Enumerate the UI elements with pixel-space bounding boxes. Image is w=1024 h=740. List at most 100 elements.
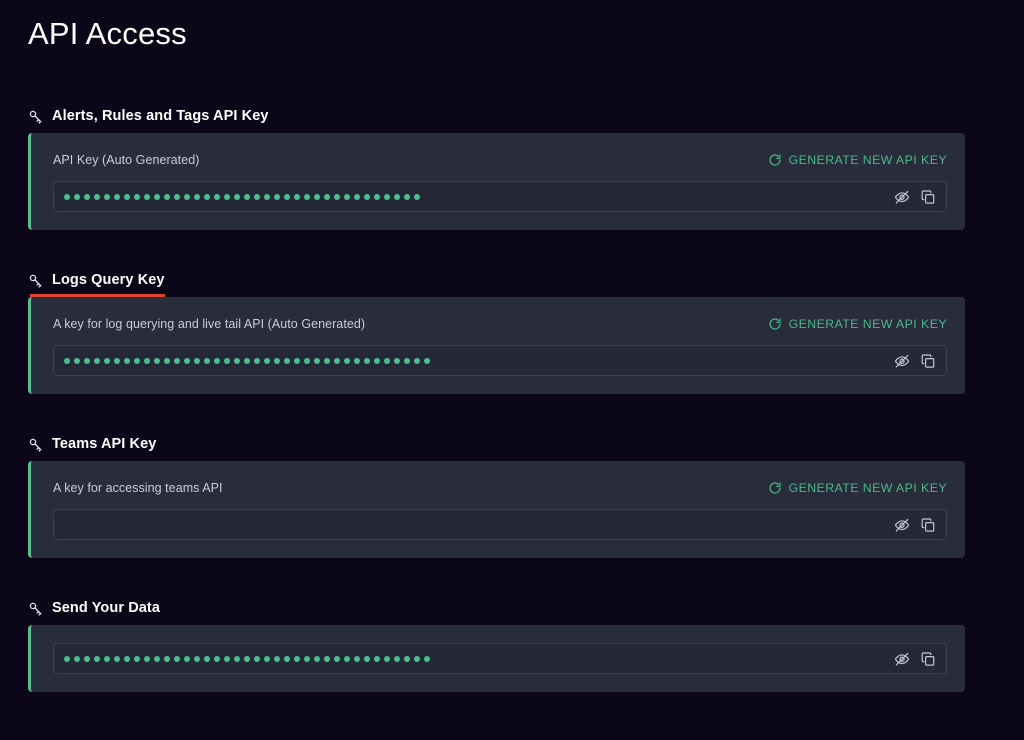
section-title: Logs Query Key <box>52 272 165 288</box>
api-key-field[interactable] <box>53 509 947 540</box>
masked-character <box>184 655 190 662</box>
masked-character <box>254 357 260 364</box>
masked-character <box>64 357 70 364</box>
masked-character <box>114 193 120 200</box>
masked-character <box>344 655 350 662</box>
api-key-field[interactable] <box>53 181 947 212</box>
section-title: Teams API Key <box>52 436 157 452</box>
masked-character <box>234 193 240 200</box>
api-key-masked-value[interactable] <box>64 182 894 211</box>
masked-character <box>424 655 430 662</box>
api-key-field-actions <box>894 353 938 369</box>
masked-character <box>334 357 340 364</box>
refresh-icon <box>768 481 782 495</box>
api-key-section-send-your-data: Send Your Data <box>28 597 965 692</box>
masked-character <box>214 193 220 200</box>
masked-character <box>104 193 110 200</box>
masked-character <box>194 357 200 364</box>
masked-character <box>74 357 80 364</box>
masked-character <box>154 655 160 662</box>
section-header-send-your-data: Send Your Data <box>28 597 965 619</box>
generate-new-api-key-label: GENERATE NEW API KEY <box>788 480 947 495</box>
eye-off-icon[interactable] <box>894 189 910 205</box>
masked-character <box>364 655 370 662</box>
api-access-page: API Access Alerts, Rules and Tags API Ke… <box>0 0 1024 740</box>
masked-character <box>284 357 290 364</box>
masked-character <box>124 193 130 200</box>
masked-character <box>94 655 100 662</box>
refresh-icon <box>768 153 782 167</box>
masked-character <box>184 357 190 364</box>
eye-off-icon[interactable] <box>894 517 910 533</box>
masked-character <box>314 655 320 662</box>
api-key-masked-value[interactable] <box>64 644 894 673</box>
masked-character <box>234 655 240 662</box>
masked-character <box>114 357 120 364</box>
eye-off-icon[interactable] <box>894 651 910 667</box>
eye-off-icon[interactable] <box>894 353 910 369</box>
masked-character <box>264 357 270 364</box>
masked-character <box>234 357 240 364</box>
key-icon <box>28 273 43 288</box>
masked-character <box>224 193 230 200</box>
card-body <box>31 625 965 692</box>
masked-character <box>314 193 320 200</box>
active-section-indicator <box>30 294 165 297</box>
masked-character <box>394 655 400 662</box>
masked-character <box>124 655 130 662</box>
api-key-card-alerts-rules-tags-api-key: API Key (Auto Generated) GENERATE NEW API… <box>28 133 965 230</box>
masked-character <box>264 655 270 662</box>
masked-character <box>94 193 100 200</box>
api-key-masked-value[interactable] <box>64 346 894 375</box>
masked-character <box>394 357 400 364</box>
api-key-field-actions <box>894 189 938 205</box>
masked-character <box>64 193 70 200</box>
masked-character <box>114 655 120 662</box>
masked-character <box>174 655 180 662</box>
masked-character <box>164 357 170 364</box>
masked-character <box>194 655 200 662</box>
copy-icon[interactable] <box>920 189 936 205</box>
masked-character <box>294 655 300 662</box>
masked-character <box>384 655 390 662</box>
masked-character <box>294 357 300 364</box>
api-key-card-logs-query-key: A key for log querying and live tail API… <box>28 297 965 394</box>
copy-icon[interactable] <box>920 651 936 667</box>
masked-character <box>214 655 220 662</box>
masked-character <box>324 655 330 662</box>
masked-character <box>404 357 410 364</box>
masked-character <box>84 193 90 200</box>
section-header-alerts-rules-tags-api-key: Alerts, Rules and Tags API Key <box>28 105 965 127</box>
masked-character <box>354 193 360 200</box>
api-key-section-teams-api-key: Teams API Key A key for accessing teams A… <box>28 433 965 558</box>
api-key-section-logs-query-key: Logs Query Key A key for log querying and… <box>28 269 965 394</box>
masked-character <box>404 193 410 200</box>
masked-character <box>384 193 390 200</box>
masked-character <box>164 655 170 662</box>
masked-character <box>164 193 170 200</box>
generate-new-api-key-button[interactable]: GENERATE NEW API KEY <box>768 153 947 167</box>
masked-character <box>144 357 150 364</box>
api-key-field[interactable] <box>53 643 947 674</box>
generate-new-api-key-button[interactable]: GENERATE NEW API KEY <box>768 317 947 331</box>
copy-icon[interactable] <box>920 353 936 369</box>
masked-character <box>184 193 190 200</box>
masked-character <box>374 655 380 662</box>
masked-character <box>84 357 90 364</box>
masked-character <box>314 357 320 364</box>
refresh-icon <box>768 317 782 331</box>
key-icon <box>28 601 43 616</box>
masked-character <box>194 193 200 200</box>
api-key-masked-value[interactable] <box>64 510 894 539</box>
section-header-teams-api-key: Teams API Key <box>28 433 965 455</box>
api-key-field[interactable] <box>53 345 947 376</box>
masked-character <box>174 193 180 200</box>
masked-character <box>74 655 80 662</box>
generate-new-api-key-button[interactable]: GENERATE NEW API KEY <box>768 481 947 495</box>
key-icon <box>28 437 43 452</box>
copy-icon[interactable] <box>920 517 936 533</box>
masked-character <box>124 357 130 364</box>
masked-character <box>284 193 290 200</box>
masked-character <box>304 655 310 662</box>
section-header-logs-query-key: Logs Query Key <box>28 269 965 291</box>
